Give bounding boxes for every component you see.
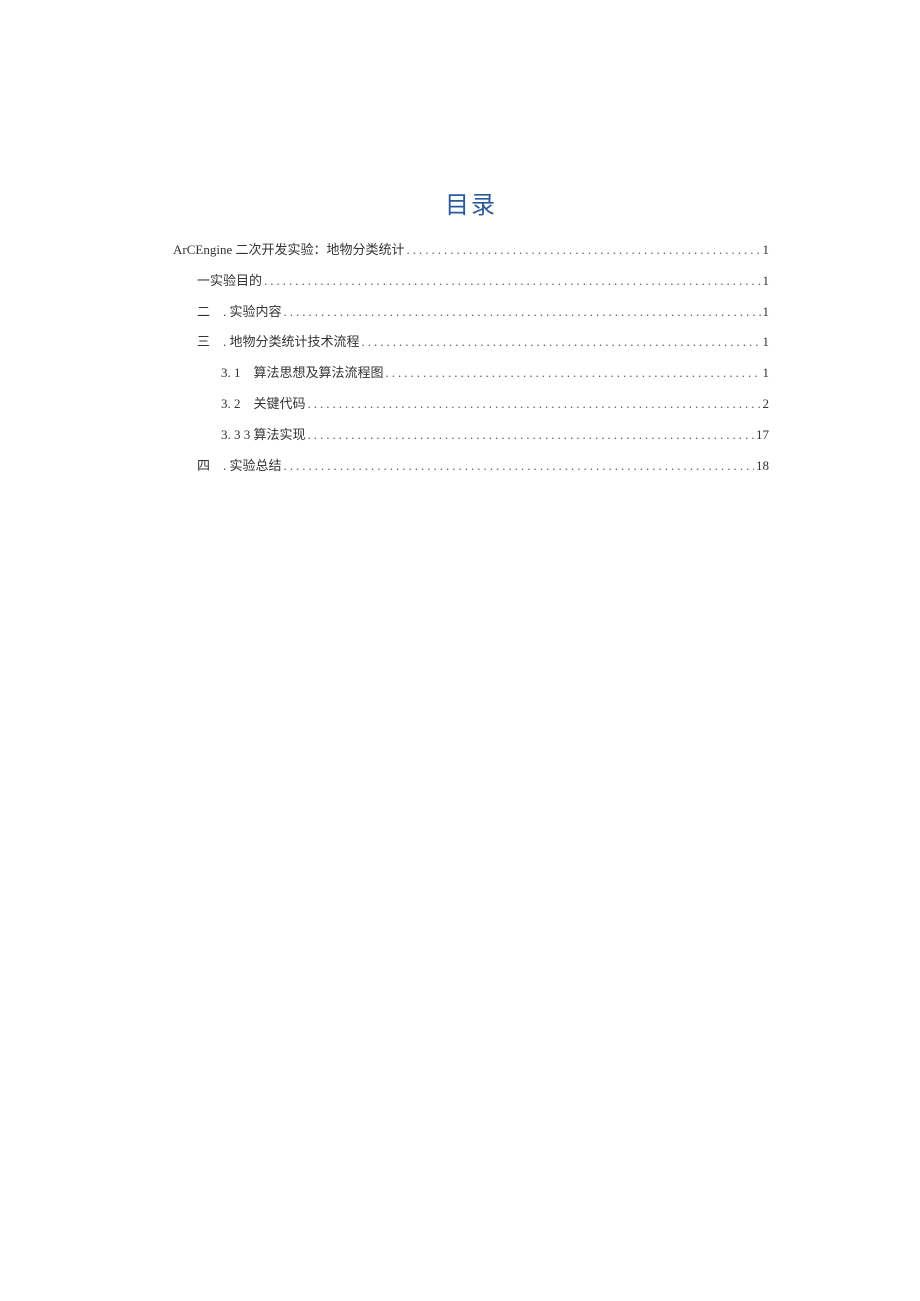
toc-label: 三 . 地物分类统计技术流程 xyxy=(197,332,360,353)
toc-page-number: 1 xyxy=(761,240,770,261)
toc-label: 3. 3 3 算法实现 xyxy=(221,425,306,446)
toc-entry: 3. 3 3 算法实现 17 xyxy=(173,425,769,446)
toc-page-number: 1 xyxy=(761,363,770,384)
toc-entry: 3. 1 算法思想及算法流程图 1 xyxy=(173,363,769,384)
toc-leader-dots xyxy=(306,394,761,415)
toc-label: 二 . 实验内容 xyxy=(197,302,282,323)
toc-leader-dots xyxy=(262,271,760,292)
toc-page-number: 1 xyxy=(761,302,770,323)
toc-label: ArCEngine 二次开发实验：地物分类统计 xyxy=(173,240,404,261)
toc-leader-dots xyxy=(360,332,761,353)
toc-page-number: 2 xyxy=(761,394,770,415)
toc-entry: 3. 2 关键代码 2 xyxy=(173,394,769,415)
toc-page-number: 1 xyxy=(761,332,770,353)
document-page: 目录 ArCEngine 二次开发实验：地物分类统计 1 一实验目的 1 二 .… xyxy=(0,0,920,476)
toc-entry: ArCEngine 二次开发实验：地物分类统计 1 xyxy=(173,240,769,261)
toc-list: ArCEngine 二次开发实验：地物分类统计 1 一实验目的 1 二 . 实验… xyxy=(173,240,769,476)
toc-page-number: 18 xyxy=(754,456,769,477)
toc-entry: 二 . 实验内容 1 xyxy=(173,302,769,323)
toc-label: 3. 1 算法思想及算法流程图 xyxy=(221,363,384,384)
toc-leader-dots xyxy=(282,302,761,323)
toc-page-number: 1 xyxy=(761,271,770,292)
toc-leader-dots xyxy=(306,425,754,446)
toc-entry: 四 . 实验总结 18 xyxy=(173,456,769,477)
toc-page-number: 17 xyxy=(754,425,769,446)
toc-label: 四 . 实验总结 xyxy=(197,456,282,477)
toc-title: 目录 xyxy=(173,185,769,220)
toc-entry: 一实验目的 1 xyxy=(173,271,769,292)
toc-leader-dots xyxy=(282,456,754,477)
toc-leader-dots xyxy=(404,240,760,261)
toc-label: 3. 2 关键代码 xyxy=(221,394,306,415)
toc-label: 一实验目的 xyxy=(197,271,262,292)
toc-entry: 三 . 地物分类统计技术流程 1 xyxy=(173,332,769,353)
toc-leader-dots xyxy=(384,363,761,384)
